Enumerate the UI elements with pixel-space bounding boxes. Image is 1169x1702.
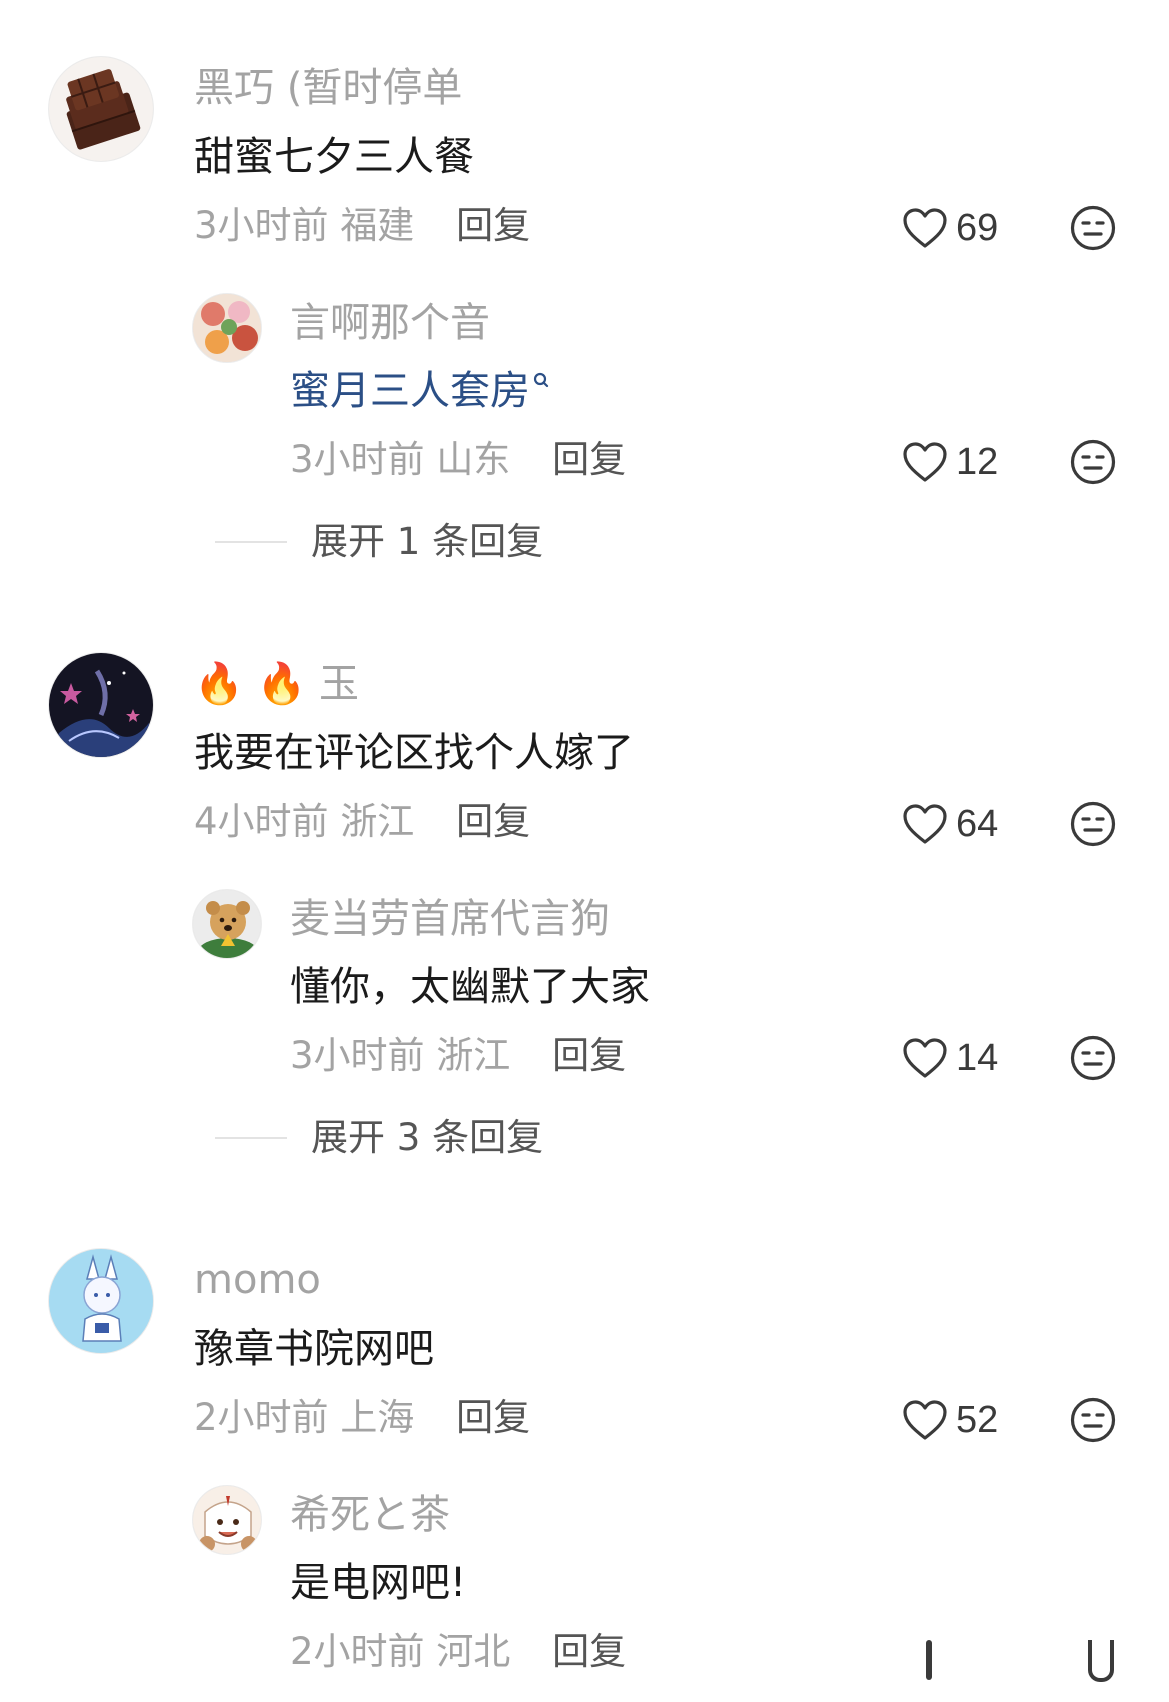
avatar[interactable]: [48, 1248, 154, 1354]
expand-replies-button[interactable]: 展开 3 条回复: [215, 1119, 543, 1156]
avatar[interactable]: [48, 56, 154, 162]
like-count: 52: [956, 1398, 999, 1441]
divider: [215, 1136, 287, 1139]
reply-meta: 2小时前 河北 回复: [290, 1633, 626, 1670]
dislike-face-icon[interactable]: [1070, 801, 1116, 847]
reply-button[interactable]: 回复: [552, 438, 626, 481]
comment-time: 2小时前: [194, 1396, 329, 1439]
dislike-face-icon[interactable]: [1070, 1397, 1116, 1443]
comment-meta: 3小时前 福建 回复: [194, 207, 530, 244]
reply-button[interactable]: 回复: [456, 204, 530, 247]
anime-avatar-icon: [49, 1249, 153, 1353]
heart-icon: [903, 208, 947, 248]
comment-username[interactable]: momo: [194, 1260, 321, 1300]
chocolate-avatar-icon: [49, 57, 153, 161]
comment-time: 3小时前: [194, 204, 329, 247]
like-button[interactable]: 14: [902, 1035, 998, 1081]
reply-button[interactable]: 回复: [456, 1396, 530, 1439]
reply-location: 浙江: [436, 1034, 511, 1077]
dog-avatar-icon: [193, 890, 261, 958]
comment-meta: 4小时前 浙江 回复: [194, 803, 530, 840]
dislike-face-icon[interactable]: [1070, 205, 1116, 251]
reply-location: 河北: [436, 1630, 511, 1673]
comment-text: 豫章书院网吧: [194, 1326, 434, 1372]
comment-location: 上海: [340, 1396, 415, 1439]
dislike-face-icon[interactable]: [1070, 439, 1116, 485]
dislike-face-icon[interactable]: [1070, 1035, 1116, 1081]
fire-emoji-icon: 🔥 🔥: [194, 661, 307, 707]
expand-replies-label: 展开 3 条回复: [311, 1116, 544, 1159]
like-count: 64: [956, 802, 999, 845]
dislike-icon-fragment: [1088, 1640, 1114, 1682]
avatar[interactable]: [192, 889, 262, 959]
heart-icon: [903, 442, 947, 482]
heart-icon: [903, 1038, 947, 1078]
reply-time: 2小时前: [290, 1630, 425, 1673]
reply-button[interactable]: 回复: [552, 1630, 626, 1673]
reply-meta: 3小时前 山东 回复: [290, 441, 626, 478]
divider: [215, 540, 287, 543]
like-button[interactable]: 69: [902, 205, 998, 251]
reply-text[interactable]: 蜜月三人套房: [290, 371, 550, 411]
comment-username[interactable]: 🔥 🔥 玉: [194, 664, 359, 704]
reply-time: 3小时前: [290, 1034, 425, 1077]
comment-location: 福建: [340, 204, 415, 247]
expand-replies-button[interactable]: 展开 1 条回复: [215, 523, 543, 560]
reply-time: 3小时前: [290, 438, 425, 481]
reply-meta: 3小时前 浙江 回复: [290, 1037, 626, 1074]
comment-username[interactable]: 黑巧 (暂时停单: [194, 68, 462, 108]
reply-location: 山东: [436, 438, 511, 481]
reply-button[interactable]: 回复: [456, 800, 530, 843]
food-avatar-icon: [193, 294, 261, 362]
comment-time: 4小时前: [194, 800, 329, 843]
avatar[interactable]: [192, 1485, 262, 1555]
reply-username[interactable]: 希死と茶: [290, 1495, 450, 1535]
expand-replies-label: 展开 1 条回复: [311, 520, 544, 563]
cartoon-avatar-icon: [193, 1486, 261, 1554]
reply-button[interactable]: 回复: [552, 1034, 626, 1077]
avatar[interactable]: [192, 293, 262, 363]
comment-text: 甜蜜七夕三人餐: [194, 134, 474, 180]
reply-username[interactable]: 麦当劳首席代言狗: [290, 899, 610, 939]
galaxy-avatar-icon: [49, 653, 153, 757]
comment-location: 浙江: [340, 800, 415, 843]
like-count: 14: [956, 1036, 999, 1079]
reply-text: 是电网吧!: [290, 1560, 467, 1606]
like-button[interactable]: 12: [902, 439, 998, 485]
like-button[interactable]: 64: [902, 801, 998, 847]
reply-text: 懂你，太幽默了大家: [290, 964, 650, 1010]
comment-username-text: 玉: [319, 661, 360, 707]
like-icon-fragment: [926, 1640, 932, 1680]
search-icon: [533, 372, 549, 388]
avatar[interactable]: [48, 652, 154, 758]
comment-meta: 2小时前 上海 回复: [194, 1399, 530, 1436]
comment-text: 我要在评论区找个人嫁了: [194, 730, 634, 776]
heart-icon: [903, 1400, 947, 1440]
like-button[interactable]: 52: [902, 1397, 998, 1443]
heart-icon: [903, 804, 947, 844]
like-count: 12: [956, 440, 999, 483]
reply-text-content: 蜜月三人套房: [290, 368, 530, 414]
like-count: 69: [956, 206, 999, 249]
reply-username[interactable]: 言啊那个音: [290, 303, 490, 343]
